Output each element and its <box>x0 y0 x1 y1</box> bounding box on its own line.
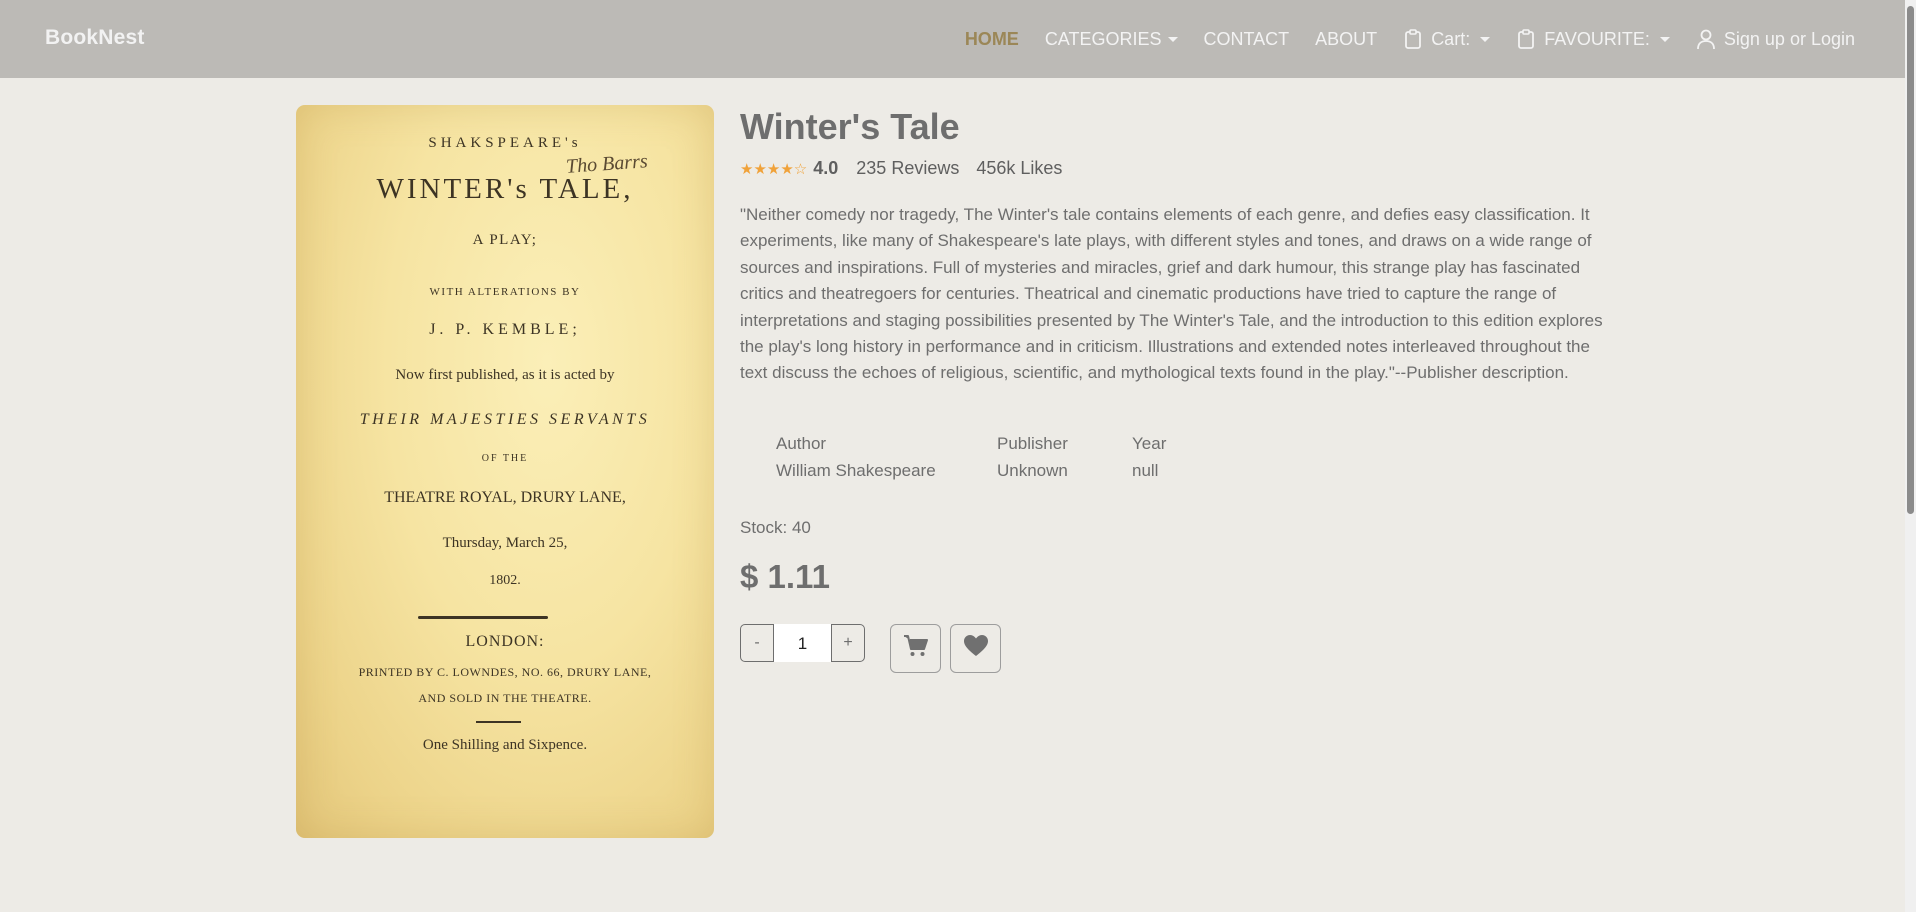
cover-line: Thursday, March 25, <box>442 535 568 551</box>
rating-row: ★★★★☆ 4.0 235 Reviews 456k Likes <box>740 158 1062 179</box>
rating-value: 4.0 <box>813 158 839 178</box>
year-column: Year null <box>1132 430 1166 484</box>
brand-logo[interactable]: BookNest <box>45 26 145 50</box>
review-count: 235 Reviews <box>856 158 960 178</box>
price: $ 1.11 <box>740 558 830 595</box>
cart-icon <box>903 634 929 663</box>
nav-categories-label: CATEGORIES <box>1044 28 1162 49</box>
nav-cart-label: Cart: <box>1431 28 1471 49</box>
stock-count: Stock: 40 <box>740 518 811 537</box>
cover-line: LONDON: <box>465 633 545 650</box>
cover-line: One Shilling and Sixpence. <box>422 737 588 753</box>
cover-line: THEIR MAJESTIES SERVANTS <box>359 411 651 428</box>
nav-login[interactable]: Sign up or Login <box>1696 28 1855 50</box>
clipboard-icon <box>1516 28 1536 50</box>
nav-home[interactable]: HOME <box>965 29 1019 50</box>
chevron-down-icon <box>1167 36 1178 42</box>
cover-line: 1802. <box>489 573 521 588</box>
cover-line: AND SOLD IN THE THEATRE. <box>418 691 592 705</box>
publisher-column: Publisher Unknown <box>997 430 1068 484</box>
user-icon <box>1696 28 1716 50</box>
year-value: null <box>1132 461 1159 480</box>
year-label: Year <box>1132 434 1167 453</box>
quantity-increase-button[interactable]: + <box>831 624 865 662</box>
page-scrollbar[interactable] <box>1905 0 1916 912</box>
author-column: Author William Shakespeare <box>776 430 936 484</box>
book-description: "Neither comedy nor tragedy, The Winter'… <box>740 205 1603 383</box>
cover-line: J. P. KEMBLE; <box>429 321 581 338</box>
chevron-down-icon <box>1480 36 1491 42</box>
quantity-input[interactable] <box>774 624 831 662</box>
publisher-value: Unknown <box>997 461 1068 480</box>
nav-menu: HOME CATEGORIES CONTACT ABOUT Cart: FAVO… <box>939 26 1855 52</box>
add-to-cart-button[interactable] <box>890 624 941 673</box>
cover-line: PRINTED BY C. LOWNDES, NO. 66, DRURY LAN… <box>358 665 652 679</box>
book-title: Winter's Tale <box>740 106 960 147</box>
clipboard-icon <box>1403 28 1423 50</box>
cover-line: WINTER's TALE, <box>376 173 634 205</box>
cover-divider <box>476 721 521 723</box>
publisher-label: Publisher <box>997 434 1068 453</box>
cover-line: OF THE <box>481 453 529 464</box>
cover-line: Now first published, as it is acted by <box>395 367 615 383</box>
chevron-down-icon <box>1659 36 1670 42</box>
quantity-stepper: - + <box>740 624 865 662</box>
scrollbar-thumb[interactable] <box>1907 6 1914 514</box>
star-rating-icon: ★★★★☆ <box>740 160 808 178</box>
nav-login-label: Sign up or Login <box>1723 28 1855 49</box>
add-to-favourite-button[interactable] <box>950 624 1001 673</box>
nav-about[interactable]: ABOUT <box>1315 29 1377 50</box>
author-label: Author <box>776 434 827 453</box>
book-cover-image: SHAKSPEARE's Tho Barrs WINTER's TALE, A … <box>296 105 714 838</box>
like-count: 456k Likes <box>976 158 1063 178</box>
cover-divider <box>418 616 548 619</box>
heart-icon <box>963 634 989 663</box>
cover-line: WITH ALTERATIONS BY <box>429 286 581 298</box>
navbar: BookNest HOME CATEGORIES CONTACT ABOUT C… <box>0 0 1905 78</box>
nav-categories[interactable]: CATEGORIES <box>1045 29 1178 50</box>
author-value: William Shakespeare <box>776 461 936 480</box>
cover-line: A PLAY; <box>472 232 538 248</box>
cover-line: SHAKSPEARE's <box>428 135 582 151</box>
nav-cart[interactable]: Cart: <box>1403 28 1491 50</box>
nav-contact[interactable]: CONTACT <box>1204 29 1290 50</box>
nav-favourite-label: FAVOURITE: <box>1544 28 1650 49</box>
quantity-decrease-button[interactable]: - <box>740 624 774 662</box>
nav-favourite[interactable]: FAVOURITE: <box>1516 28 1670 50</box>
cover-line: THEATRE ROYAL, DRURY LANE, <box>384 489 626 506</box>
